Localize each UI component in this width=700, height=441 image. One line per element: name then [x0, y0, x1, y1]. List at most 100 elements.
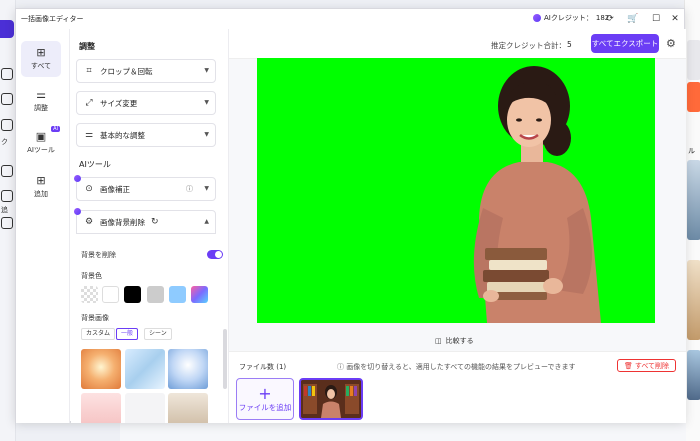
tool-nav: ⊞ すべて ⚌ 調整 AI ▣ AIツール ⊞ 追加	[16, 29, 70, 423]
bg-tab-general[interactable]: 一般	[116, 328, 139, 340]
preview-canvas[interactable]	[257, 58, 655, 323]
bg-image-tile[interactable]	[125, 349, 165, 389]
nav-label: 追加	[34, 190, 48, 198]
settings-panel: 調整 ⌗ クロップ＆回転 ▼ ⤢ サイズ変更 ▼ ⚌ 基本的な調整 ▼ AIツー…	[71, 29, 228, 423]
main-topbar: 推定クレジット合計： 5 すべてエクスポート ⚙	[229, 29, 686, 59]
ai-badge: AI	[51, 126, 60, 132]
accordion-label: 画像背景削除	[100, 217, 145, 227]
gray-swatch[interactable]	[147, 286, 164, 303]
white-swatch[interactable]	[102, 286, 119, 303]
background-label: ル	[688, 147, 695, 155]
add-file-button[interactable]: + ファイルを追加	[236, 378, 294, 420]
file-thumbnail-image	[301, 380, 361, 418]
crop-rotate-accordion[interactable]: ⌗ クロップ＆回転 ▼	[76, 59, 216, 83]
nav-label: すべて	[30, 62, 52, 70]
gear-icon[interactable]: ⚙	[666, 37, 676, 50]
background-label: 追	[1, 206, 8, 214]
black-swatch[interactable]	[124, 286, 141, 303]
screen-icon	[1, 217, 13, 229]
trash-icon: 🗑	[623, 361, 633, 370]
plus-icon: +	[258, 383, 272, 403]
transparent-swatch[interactable]	[81, 286, 98, 303]
image-icon	[1, 190, 13, 202]
bg-image-tile[interactable]	[81, 393, 121, 423]
grid-icon: ⊞	[36, 46, 46, 59]
bg-image-label: 背景画像	[81, 314, 109, 322]
bg-remove-accordion[interactable]: ⚙ 画像背景削除 ↻ ▲	[74, 208, 216, 234]
folder-icon	[1, 93, 13, 105]
bg-tab-scene[interactable]: シーン	[144, 328, 172, 340]
image-enhance-accordion[interactable]: ⊙ 画像補正 ⓘ ▼	[74, 175, 216, 201]
ai-dot-icon	[74, 175, 81, 182]
credits-label: AIクレジット：	[544, 14, 593, 22]
sliders-icon: ⚌	[36, 88, 46, 101]
cart-icon[interactable]: 🛒	[627, 13, 639, 25]
chevron-down-icon: ▼	[204, 67, 209, 74]
ai-tools-section-title: AIツール	[79, 160, 111, 169]
accordion-label: 基本的な調整	[100, 130, 145, 140]
resize-accordion[interactable]: ⤢ サイズ変更 ▼	[76, 91, 216, 115]
compare-toggle[interactable]: ◫ 比較する	[435, 336, 474, 346]
nav-label: 調整	[34, 104, 48, 112]
compare-label: 比較する	[445, 337, 474, 345]
nav-item-all[interactable]: ⊞ すべて	[21, 41, 61, 77]
sliders-icon: ⚌	[84, 130, 94, 140]
panel-scrollbar[interactable]	[223, 329, 227, 389]
close-icon[interactable]: ✕	[669, 13, 681, 25]
file-count: ファイル数 (1)	[239, 363, 287, 371]
app-logo-icon	[0, 20, 14, 38]
batch-image-editor-window: 一括画像エディター AIクレジット： 182 ⟳ 🛒 ☐ ✕ ⊞ すべて ⚌ 調…	[15, 8, 686, 423]
blue-swatch[interactable]	[169, 286, 186, 303]
background-app-sidebar: ク 追	[0, 0, 16, 441]
nav-label: AIツール	[27, 146, 55, 154]
ai-dot-icon	[74, 208, 81, 215]
background-thumbnail	[687, 260, 700, 340]
estimated-credits-value: 5	[567, 40, 572, 49]
ai-credits: AIクレジット： 182	[533, 13, 609, 23]
background-app-bottom	[120, 422, 686, 441]
credit-icon	[533, 14, 541, 22]
compare-icon: ◫	[435, 337, 442, 345]
reset-icon[interactable]: ↻	[151, 217, 159, 227]
info-icon: ⓘ	[337, 363, 347, 371]
maximize-icon[interactable]: ☐	[650, 13, 662, 25]
estimated-credits-label: 推定クレジット合計：	[491, 41, 566, 50]
chevron-down-icon: ▼	[204, 131, 209, 138]
background-thumbnail	[687, 40, 700, 80]
bg-color-label: 背景色	[81, 272, 102, 280]
preview-hint: ⓘ 画像を切り替えると、適用したすべての機能の結果をプレビューできます	[337, 362, 576, 372]
info-icon[interactable]: ⓘ	[186, 184, 193, 194]
nav-item-ai-tools[interactable]: AI ▣ AIツール	[21, 125, 61, 161]
export-all-button[interactable]: すべてエクスポート	[591, 34, 659, 53]
custom-color-swatch[interactable]	[191, 286, 208, 303]
background-thumbnail	[687, 82, 700, 112]
hint-text: 画像を切り替えると、適用したすべての機能の結果をプレビューできます	[346, 363, 576, 371]
chevron-up-icon: ▲	[204, 218, 209, 225]
bg-tab-custom[interactable]: カスタム	[81, 328, 116, 340]
bg-image-tile[interactable]	[168, 393, 208, 423]
home-icon	[1, 68, 13, 80]
nav-item-add[interactable]: ⊞ 追加	[21, 169, 61, 205]
file-bar: ファイル数 (1) ⓘ 画像を切り替えると、適用したすべての機能の結果をプレビュ…	[229, 351, 686, 423]
adjust-section-title: 調整	[79, 42, 95, 51]
file-thumbnail[interactable]	[299, 378, 363, 420]
remove-bg-label: 背景を削除	[81, 251, 116, 259]
bg-remove-icon: ⚙	[84, 217, 94, 227]
remove-bg-toggle[interactable]	[207, 250, 223, 259]
resize-icon: ⤢	[85, 98, 93, 108]
bg-image-tile[interactable]	[125, 393, 165, 423]
chevron-down-icon: ▼	[204, 185, 209, 192]
crop-icon: ⌗	[86, 66, 92, 76]
bg-image-tile[interactable]	[168, 349, 208, 389]
main-area: 推定クレジット合計： 5 すべてエクスポート ⚙ ◫ 比較する ファイル数 (1…	[229, 29, 686, 423]
bg-image-tile[interactable]	[81, 349, 121, 389]
clear-all-label: すべて削除	[634, 361, 670, 370]
clear-all-button[interactable]: 🗑 すべて削除	[617, 359, 676, 372]
refresh-icon[interactable]: ⟳	[604, 13, 616, 25]
woman-with-books-image	[473, 66, 601, 323]
plus-square-icon: ⊞	[36, 174, 46, 187]
chevron-down-icon: ▼	[204, 99, 209, 106]
nav-item-adjust[interactable]: ⚌ 調整	[21, 83, 61, 119]
background-app-right: ル	[684, 0, 700, 441]
basic-adjust-accordion[interactable]: ⚌ 基本的な調整 ▼	[76, 123, 216, 147]
